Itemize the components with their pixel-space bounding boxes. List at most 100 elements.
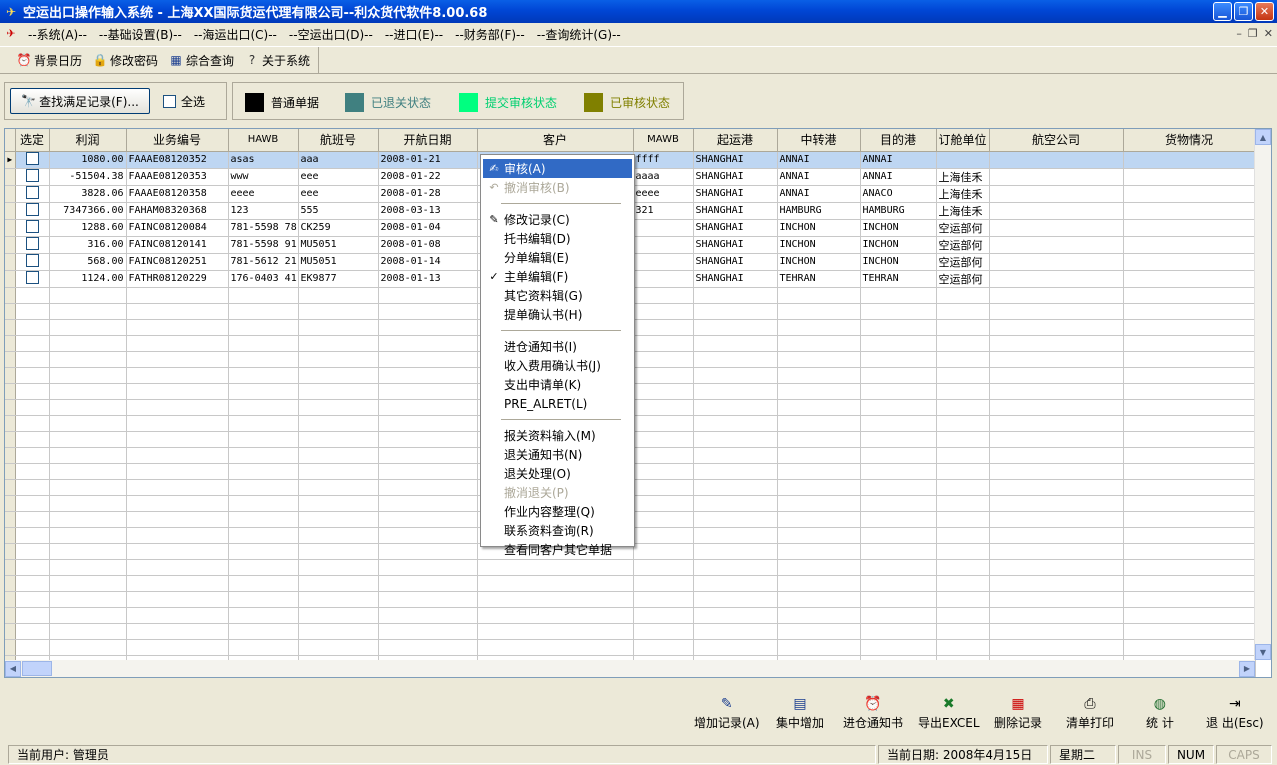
context-menu-item[interactable]: 分单编辑(E) (483, 248, 632, 267)
table-cell[interactable] (378, 607, 478, 624)
row-checkbox[interactable] (15, 575, 50, 592)
table-cell[interactable] (126, 591, 229, 608)
table-cell[interactable] (936, 607, 990, 624)
table-cell[interactable] (49, 591, 127, 608)
table-cell[interactable] (228, 639, 299, 656)
table-cell[interactable] (298, 287, 379, 304)
row-checkbox[interactable] (15, 447, 50, 464)
table-cell[interactable] (1123, 559, 1256, 576)
table-cell[interactable] (860, 447, 937, 464)
table-cell[interactable] (633, 236, 694, 254)
table-cell[interactable] (228, 383, 299, 400)
table-cell[interactable]: 555 (298, 202, 379, 220)
context-menu-item[interactable]: 报关资料输入(M) (483, 426, 632, 445)
row-checkbox[interactable] (15, 639, 50, 656)
table-cell[interactable] (989, 270, 1124, 288)
table-cell[interactable]: eee (298, 185, 379, 203)
table-cell[interactable] (378, 511, 478, 528)
table-cell[interactable] (1123, 219, 1256, 237)
minimize-button[interactable]: ▁ (1213, 2, 1232, 21)
context-menu-item[interactable]: 查看同客户其它单据 (483, 540, 632, 559)
table-cell[interactable] (378, 479, 478, 496)
table-cell[interactable] (1123, 447, 1256, 464)
context-menu-item[interactable]: PRE_ALRET(L) (483, 394, 632, 413)
select-all-checkbox[interactable]: 全选 (163, 93, 205, 110)
bottom-button[interactable]: ◍ 统 计 (1146, 694, 1174, 731)
table-cell[interactable]: 2008-01-14 (378, 253, 478, 271)
table-cell[interactable] (989, 185, 1124, 203)
table-cell[interactable] (1123, 607, 1256, 624)
table-cell[interactable] (298, 463, 379, 480)
table-cell[interactable] (860, 431, 937, 448)
table-cell[interactable] (693, 399, 778, 416)
row-checkbox[interactable] (15, 415, 50, 432)
horizontal-scrollbar[interactable]: ◀ ▶ (5, 660, 1255, 677)
table-cell[interactable] (298, 623, 379, 640)
table-cell[interactable] (378, 303, 478, 320)
table-cell[interactable] (693, 447, 778, 464)
table-cell[interactable] (1123, 431, 1256, 448)
column-header[interactable]: 选定 (15, 129, 50, 152)
table-row[interactable] (5, 575, 1256, 592)
mdi-close-icon[interactable]: ✕ (1264, 27, 1273, 40)
table-cell[interactable] (126, 303, 229, 320)
table-cell[interactable] (126, 319, 229, 336)
table-cell[interactable] (126, 607, 229, 624)
table-cell[interactable] (693, 511, 778, 528)
table-cell[interactable] (633, 270, 694, 288)
table-cell[interactable] (49, 447, 127, 464)
table-cell[interactable]: FAAAE08120358 (126, 185, 229, 203)
row-select-box[interactable] (25, 168, 39, 182)
table-cell[interactable] (477, 591, 634, 608)
table-cell[interactable]: 781-5598 78 (228, 219, 299, 237)
table-cell[interactable] (49, 335, 127, 352)
column-header[interactable]: MAWB (633, 129, 694, 152)
table-cell[interactable] (126, 479, 229, 496)
context-menu-item[interactable]: 作业内容整理(Q) (483, 502, 632, 521)
table-cell[interactable] (860, 463, 937, 480)
table-cell[interactable] (1123, 527, 1256, 544)
table-cell[interactable] (298, 383, 379, 400)
table-cell[interactable] (633, 447, 694, 464)
table-cell[interactable] (693, 591, 778, 608)
table-cell[interactable]: HAMBURG (777, 202, 861, 220)
table-cell[interactable] (777, 575, 861, 592)
table-cell[interactable] (860, 527, 937, 544)
column-header[interactable]: HAWB (228, 129, 299, 152)
table-cell[interactable] (298, 511, 379, 528)
table-cell[interactable]: -51504.38 (49, 168, 127, 186)
table-cell[interactable]: INCHON (860, 253, 937, 271)
table-cell[interactable] (633, 319, 694, 336)
table-cell[interactable] (777, 623, 861, 640)
table-cell[interactable] (860, 495, 937, 512)
table-cell[interactable] (777, 383, 861, 400)
row-checkbox[interactable] (15, 511, 50, 528)
table-cell[interactable] (1123, 168, 1256, 186)
table-cell[interactable] (298, 399, 379, 416)
table-cell[interactable] (777, 319, 861, 336)
table-cell[interactable] (228, 303, 299, 320)
table-cell[interactable] (126, 399, 229, 416)
menu-base-settings[interactable]: --基础设置(B)-- (93, 26, 188, 43)
table-cell[interactable]: 1124.00 (49, 270, 127, 288)
table-cell[interactable] (228, 527, 299, 544)
table-cell[interactable] (633, 479, 694, 496)
table-cell[interactable]: 2008-01-28 (378, 185, 478, 203)
table-cell[interactable] (378, 559, 478, 576)
table-cell[interactable]: ANNAI (777, 168, 861, 186)
table-cell[interactable]: www (228, 168, 299, 186)
table-cell[interactable] (777, 463, 861, 480)
table-cell[interactable] (378, 287, 478, 304)
table-cell[interactable] (633, 431, 694, 448)
table-cell[interactable] (298, 527, 379, 544)
table-cell[interactable] (298, 575, 379, 592)
table-cell[interactable] (126, 639, 229, 656)
table-cell[interactable] (228, 543, 299, 560)
row-checkbox[interactable] (15, 168, 50, 186)
table-cell[interactable]: 123 (228, 202, 299, 220)
table-cell[interactable] (1123, 185, 1256, 203)
table-cell[interactable] (378, 495, 478, 512)
row-checkbox[interactable] (15, 431, 50, 448)
table-cell[interactable] (228, 591, 299, 608)
table-cell[interactable]: 空运部何 (936, 270, 990, 288)
